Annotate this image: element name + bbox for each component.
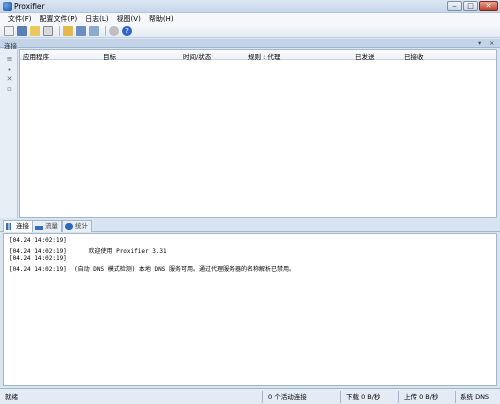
menu-file[interactable]: 文件(F) — [8, 14, 32, 24]
open-icon[interactable] — [30, 25, 40, 36]
log-line: [04.24 14:02:19] 欢迎使用 Proxifier 3.31 — [9, 248, 167, 255]
log-pane[interactable]: [04.24 14:02:19] [04.24 14:02:19] 欢迎使用 P… — [3, 233, 497, 386]
connections-pane-header: 连接 ▾ × — [0, 39, 500, 50]
close-button[interactable]: ✕ — [479, 1, 498, 11]
status-upload-rate: 上传 0 B/秒 — [404, 393, 439, 401]
status-bar: 就绪 0 个活动连接 下载 0 B/秒 上传 0 B/秒 系统 DNS — [0, 388, 500, 404]
column-header-target[interactable]: 目标 — [103, 51, 116, 61]
menu-view[interactable]: 视图(V) — [117, 14, 141, 24]
menu-bar: 文件(F) 配置文件(P) 日志(L) 视图(V) 帮助(H) — [0, 13, 500, 24]
maximize-button[interactable]: □ — [463, 1, 478, 11]
column-header-sent[interactable]: 已发送 — [355, 51, 375, 61]
menu-profile[interactable]: 配置文件(P) — [40, 14, 78, 24]
tab-connections[interactable]: 连接 — [3, 220, 33, 232]
pane-pin-icon[interactable]: ▾ — [478, 39, 481, 47]
pane-close-icon[interactable]: × — [489, 39, 494, 47]
connections-side-toolbar: ≡ • ✕ ▫ — [0, 49, 18, 218]
menu-help[interactable]: 帮助(H) — [149, 14, 174, 24]
status-divider — [398, 391, 399, 403]
close-connection-icon[interactable]: ✕ — [5, 75, 14, 84]
pin-icon[interactable]: • — [5, 66, 14, 75]
status-divider — [262, 391, 263, 403]
title-bar: Proxifier ‒ □ ✕ — [0, 0, 500, 13]
proxy-servers-icon[interactable] — [63, 25, 73, 36]
window-title: Proxifier — [14, 2, 45, 11]
rules-icon[interactable] — [76, 25, 86, 36]
status-divider — [340, 391, 341, 403]
toolbar-separator — [105, 25, 106, 36]
help-icon[interactable]: ? — [122, 25, 132, 36]
connections-icon — [6, 223, 14, 230]
column-header-rule-proxy[interactable]: 规则 : 代理 — [248, 51, 280, 61]
proxifier-app-icon — [3, 2, 12, 11]
list-icon[interactable]: ≡ — [5, 55, 14, 64]
tab-label-connections: 连接 — [16, 222, 29, 230]
log-line: [04.24 14:02:19] (自动 DNS 模式检测) 本地 DNS 服务… — [9, 266, 295, 273]
minimize-button[interactable]: ‒ — [447, 1, 462, 11]
log-line: [04.24 14:02:19] — [9, 255, 67, 262]
menu-log[interactable]: 日志(L) — [85, 14, 108, 24]
log-line: [04.24 14:02:19] — [9, 237, 67, 244]
connections-table[interactable]: 应用程序 目标 时间/状态 规则 : 代理 已发送 已接收 — [19, 49, 497, 218]
column-header-time-status[interactable]: 时间/状态 — [183, 51, 211, 61]
tab-label-statistics: 统计 — [75, 222, 88, 230]
tab-label-traffic: 流量 — [45, 222, 58, 230]
status-dns-mode: 系统 DNS — [460, 393, 490, 401]
new-profile-icon[interactable] — [4, 25, 14, 36]
status-divider — [455, 391, 456, 403]
copy-icon[interactable]: ▫ — [5, 85, 14, 94]
name-resolution-icon[interactable] — [89, 25, 99, 36]
tab-statistics[interactable]: 统计 — [62, 220, 92, 232]
save-icon[interactable] — [17, 25, 27, 36]
advanced-icon[interactable] — [109, 25, 119, 36]
print-icon[interactable] — [43, 25, 53, 36]
status-ready: 就绪 — [5, 393, 18, 401]
column-header-application[interactable]: 应用程序 — [23, 51, 49, 61]
statistics-icon — [65, 223, 73, 230]
status-download-rate: 下载 0 B/秒 — [346, 393, 381, 401]
traffic-icon — [35, 223, 43, 230]
status-active-connections: 0 个活动连接 — [268, 393, 307, 401]
toolbar: ? — [0, 24, 500, 38]
column-header-received[interactable]: 已接收 — [404, 51, 424, 61]
toolbar-separator — [59, 25, 60, 36]
tab-traffic[interactable]: 流量 — [32, 220, 62, 232]
view-tabs: 连接 流量 统计 — [0, 219, 500, 232]
table-header-row: 应用程序 目标 时间/状态 规则 : 代理 已发送 已接收 — [20, 50, 496, 61]
